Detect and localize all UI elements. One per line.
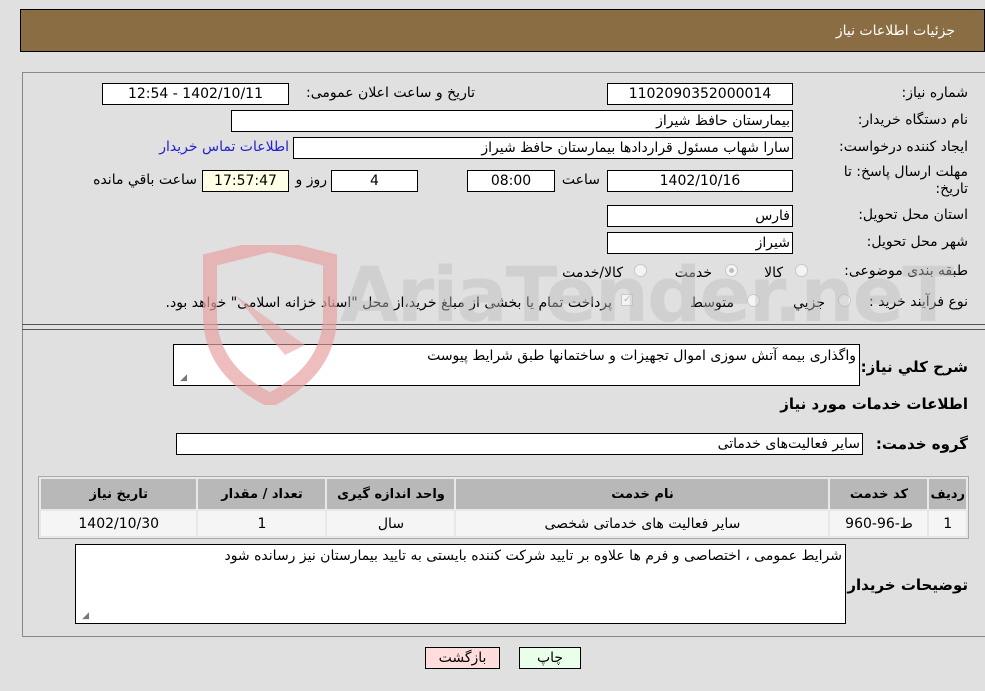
table-header-row: ردیف کد خدمت نام خدمت واحد اندازه گیری ت… [41, 479, 966, 509]
col-quantity: تعداد / مقدار [198, 479, 326, 509]
resize-grip-icon[interactable]: ◢ [177, 373, 187, 383]
process-medium-radio[interactable] [747, 294, 760, 307]
category-goods-service-label: کالا/خدمت [562, 265, 623, 281]
deadline-label-line1: مهلت ارسال پاسخ: تا [843, 164, 968, 180]
province-field[interactable]: فارس [607, 205, 793, 227]
treasury-payment-checkbox[interactable]: ✓ [621, 294, 633, 306]
resize-grip-icon[interactable]: ◢ [79, 611, 89, 621]
back-button[interactable]: بازگشت [425, 647, 500, 669]
services-table: ردیف کد خدمت نام خدمت واحد اندازه گیری ت… [38, 476, 969, 539]
deadline-time-field[interactable]: 08:00 [467, 170, 555, 192]
cell-quantity: 1 [198, 511, 326, 536]
col-service-code: کد خدمت [830, 479, 928, 509]
cell-row-number: 1 [929, 511, 966, 536]
days-label: روز و [295, 172, 328, 188]
buyer-org-label: نام دستگاه خریدار: [857, 112, 968, 128]
remaining-time-label: ساعت باقي مانده [93, 172, 197, 188]
col-unit: واحد اندازه گیری [327, 479, 455, 509]
process-type-label: نوع فرآیند خرید : [869, 294, 968, 310]
description-textarea[interactable]: واگذاری بیمه آتش سوزی اموال تجهیزات و سا… [173, 344, 860, 386]
buyer-notes-textarea[interactable]: شرایط عمومی ، اختصاصی و فرم ها علاوه بر … [75, 544, 846, 624]
page-header: جزئیات اطلاعات نیاز [20, 9, 985, 52]
announce-label: تاریخ و ساعت اعلان عمومی: [306, 85, 475, 101]
buyer-notes-label: توضیحات خریدار: [841, 576, 968, 594]
category-goods-radio[interactable] [795, 264, 808, 277]
treasury-payment-note: پرداخت تمام یا بخشی از مبلغ خرید،از محل … [165, 295, 612, 311]
city-label: شهر محل تحویل: [866, 234, 968, 250]
cell-need-date: 1402/10/30 [41, 511, 197, 536]
description-label: شرح کلي نیاز: [860, 358, 968, 376]
table-row: 1 ط-96-960 سایر فعالیت های خدماتی شخصی س… [41, 511, 966, 536]
service-group-label: گروه خدمت: [875, 435, 968, 453]
creator-field[interactable]: سارا شهاب مسئول قراردادها بیمارستان حافظ… [293, 137, 793, 159]
process-minor-radio[interactable] [838, 294, 851, 307]
deadline-label-line2: تاریخ: [935, 181, 968, 197]
category-label: طبقه بندی موضوعی: [844, 263, 968, 279]
remaining-time-field[interactable]: 17:57:47 [202, 170, 289, 192]
announce-datetime-field[interactable]: 1402/10/11 - 12:54 [102, 83, 289, 105]
buyer-org-field[interactable]: بیمارستان حافظ شیراز [231, 110, 793, 132]
buyer-notes-text: شرایط عمومی ، اختصاصی و فرم ها علاوه بر … [224, 548, 842, 564]
city-field[interactable]: شیراز [607, 232, 793, 254]
service-group-field[interactable]: سایر فعالیت‌های خدماتی [176, 433, 863, 455]
divider [22, 329, 985, 330]
category-goods-label: کالا [764, 265, 783, 281]
page-title: جزئیات اطلاعات نیاز [835, 23, 955, 39]
cell-service-name: سایر فعالیت های خدماتی شخصی [456, 511, 829, 536]
category-goods-service-radio[interactable] [634, 264, 647, 277]
col-row-number: ردیف [929, 479, 966, 509]
process-minor-label: جزيي [793, 295, 825, 311]
description-text: واگذاری بیمه آتش سوزی اموال تجهیزات و سا… [427, 348, 856, 364]
need-number-field[interactable]: 1102090352000014 [607, 83, 793, 105]
remaining-days-field[interactable]: 4 [331, 170, 418, 192]
deadline-label: مهلت ارسال پاسخ: تا تاریخ: [844, 164, 968, 198]
services-section-title: اطلاعات خدمات مورد نیاز [780, 395, 968, 413]
category-service-label: خدمت [674, 265, 712, 281]
deadline-date-field[interactable]: 1402/10/16 [607, 170, 793, 192]
category-service-radio[interactable] [725, 264, 738, 277]
divider [22, 324, 985, 325]
buyer-contact-link[interactable]: اطلاعات تماس خریدار [159, 139, 289, 155]
province-label: استان محل تحویل: [858, 207, 968, 223]
need-number-label: شماره نیاز: [901, 85, 969, 101]
col-need-date: تاریخ نیاز [41, 479, 197, 509]
process-medium-label: متوسط [690, 295, 734, 311]
cell-unit: سال [327, 511, 455, 536]
col-service-name: نام خدمت [456, 479, 829, 509]
deadline-time-label: ساعت [561, 172, 600, 188]
cell-service-code: ط-96-960 [830, 511, 928, 536]
creator-label: ایجاد کننده درخواست: [839, 139, 968, 155]
print-button[interactable]: چاپ [519, 647, 581, 669]
